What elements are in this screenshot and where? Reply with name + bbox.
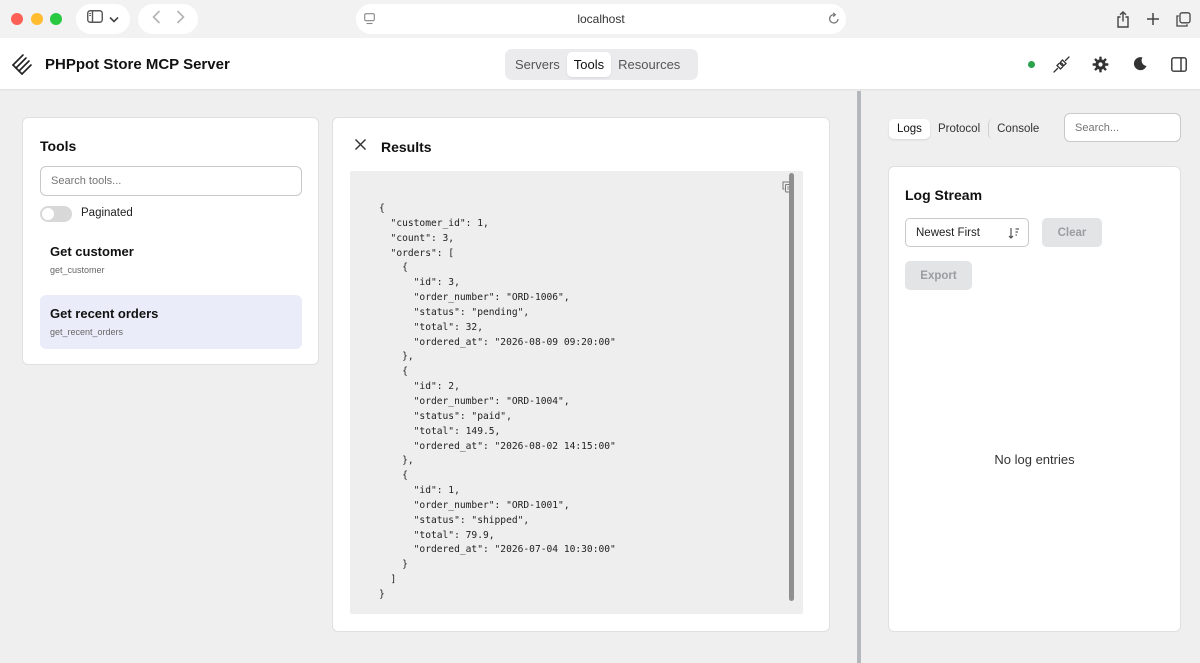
tool-id: get_recent_orders <box>50 327 124 337</box>
empty-log-message: No log entries <box>994 452 1075 467</box>
sort-icon <box>1008 227 1020 242</box>
panel-toggle-icon[interactable] <box>1170 55 1188 73</box>
nav-arrows <box>138 4 198 34</box>
browser-actions <box>1114 9 1192 29</box>
sidebar-toggle-button[interactable] <box>76 4 130 34</box>
results-json-text: { "customer_id": 1, "count": 3, "orders"… <box>379 203 616 600</box>
tools-title: Tools <box>40 138 77 154</box>
results-card: Results { "customer_id": 1, "count": 3, … <box>332 117 830 632</box>
tab-overview-icon[interactable] <box>1174 9 1192 29</box>
main-area: Tools Paginated Get customer get_custome… <box>0 91 857 663</box>
url-text: localhost <box>577 12 625 26</box>
log-search-input[interactable] <box>1064 113 1181 142</box>
close-icon[interactable] <box>354 138 368 152</box>
tool-name: Get recent orders <box>50 306 159 321</box>
tab-tools[interactable]: Tools <box>566 52 612 77</box>
moon-icon[interactable] <box>1131 55 1149 73</box>
sort-order-select[interactable]: Newest First <box>905 218 1029 247</box>
results-scrollbar[interactable] <box>789 173 794 601</box>
clear-button[interactable]: Clear <box>1042 218 1102 247</box>
page-icon <box>364 13 375 28</box>
logo-icon <box>10 52 34 76</box>
share-icon[interactable] <box>1114 9 1132 29</box>
plug-icon[interactable] <box>1052 55 1070 73</box>
tab-resources[interactable]: Resources <box>611 52 687 77</box>
tool-name: Get customer <box>50 244 134 259</box>
search-tools-input[interactable] <box>40 166 302 196</box>
log-stream-title: Log Stream <box>905 187 983 203</box>
sort-order-value: Newest First <box>916 226 980 239</box>
back-icon[interactable] <box>151 9 161 29</box>
connection-status-dot <box>1028 61 1035 68</box>
tab-servers[interactable]: Servers <box>508 52 567 77</box>
address-bar[interactable]: localhost <box>356 4 846 34</box>
view-switcher: Servers Tools Resources <box>505 49 698 80</box>
sidebar-icon <box>87 10 103 28</box>
log-stream-card: Log Stream Newest First Clear Export No … <box>888 166 1181 632</box>
new-tab-icon[interactable] <box>1144 9 1162 29</box>
tool-item-get-customer[interactable]: Get customer get_customer <box>40 233 302 287</box>
tab-protocol[interactable]: Protocol <box>930 119 988 139</box>
maximize-window-button[interactable] <box>50 13 62 25</box>
paginated-label: Paginated <box>81 207 133 219</box>
reload-icon[interactable] <box>828 12 840 28</box>
export-button[interactable]: Export <box>905 261 972 290</box>
close-window-button[interactable] <box>11 13 23 25</box>
minimize-window-button[interactable] <box>31 13 43 25</box>
tab-logs[interactable]: Logs <box>889 119 930 139</box>
tool-id: get_customer <box>50 265 105 275</box>
results-json-viewer[interactable]: { "customer_id": 1, "count": 3, "orders"… <box>350 171 803 614</box>
results-title: Results <box>381 139 432 155</box>
log-sidebar: Logs Protocol Console Log Stream Newest … <box>861 91 1200 663</box>
tab-console[interactable]: Console <box>988 119 1047 139</box>
forward-icon[interactable] <box>176 9 185 29</box>
tools-card: Tools Paginated Get customer get_custome… <box>22 117 319 365</box>
gear-icon[interactable] <box>1091 55 1109 73</box>
browser-toolbar: localhost <box>0 0 1200 38</box>
chevron-down-icon <box>109 10 119 28</box>
app-header: PHPpot Store MCP Server Servers Tools Re… <box>0 38 1200 90</box>
tool-item-get-recent-orders[interactable]: Get recent orders get_recent_orders <box>40 295 302 349</box>
paginated-toggle[interactable] <box>40 206 72 222</box>
log-tabs: Logs Protocol Console <box>889 117 1047 141</box>
app-title: PHPpot Store MCP Server <box>45 56 230 73</box>
